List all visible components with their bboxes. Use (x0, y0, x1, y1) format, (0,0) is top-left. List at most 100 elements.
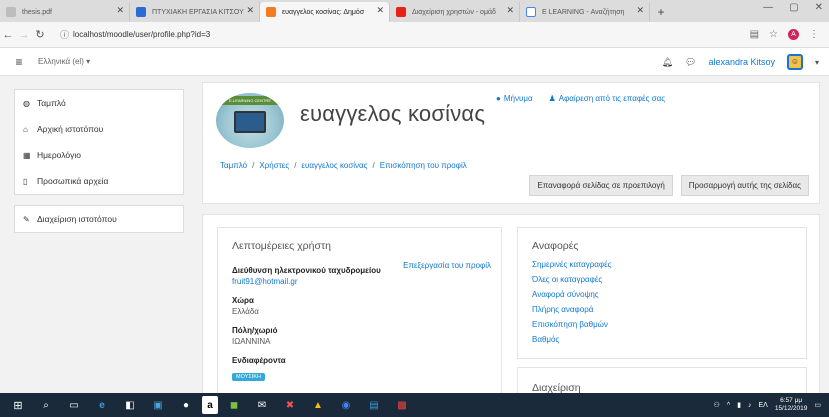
amazon-icon[interactable]: a (202, 396, 218, 414)
system-tray: ⚇ ^ ▮ ♪ ΕΛ 6:57 μμ 15/12/2019 ▭ (714, 393, 821, 417)
city-value: ΙΩΑΝΝΙΝΑ (232, 337, 271, 346)
messages-icon[interactable]: 💬︎ (685, 57, 696, 68)
breadcrumb-item[interactable]: Επισκόπηση του προφίλ (380, 161, 467, 170)
url-field[interactable]: ⓘ localhost/moodle/user/profile.php?id=3 (54, 26, 750, 44)
paint-icon[interactable]: ▩ (390, 396, 414, 414)
drawer-item-site-admin[interactable]: ✎ Διαχείριση ιστοτόπου (15, 206, 183, 232)
remove-contact-link[interactable]: ♟ Αφαίρεση από τις επαφές σας (549, 94, 666, 103)
email-value-link[interactable]: fruit91@hotmail.gr (232, 277, 501, 286)
drawer-item-calendar[interactable]: ▦ Ημερολόγιο (15, 142, 183, 168)
edge-browser-icon[interactable]: e (90, 396, 114, 414)
chrome-icon[interactable]: ◉ (334, 396, 358, 414)
profile-content: Λεπτομέρειες χρήστη Επεξεργασία του προφ… (202, 214, 820, 407)
interest-tag[interactable]: ΜΟΥΣΙΚΗ (232, 373, 265, 381)
drive-icon[interactable]: ▲ (306, 396, 330, 414)
city-label: Πόλη/χωριό (232, 326, 278, 335)
clock[interactable]: 6:57 μμ 15/12/2019 (775, 397, 808, 413)
user-details-section: Λεπτομέρειες χρήστη Επεξεργασία του προφ… (217, 227, 502, 407)
home-icon: ⌂ (23, 124, 28, 134)
close-icon[interactable]: ✕ (376, 5, 384, 16)
chat-icon: ● (496, 94, 501, 103)
drawer-item-private-files[interactable]: ▯ Προσωπικά αρχεία (15, 168, 183, 194)
bookmark-star-icon[interactable]: ☆ (769, 29, 778, 40)
close-window-icon[interactable]: ✕ (815, 2, 823, 13)
forward-arrow-icon[interactable]: → (16, 29, 32, 41)
media-icon[interactable]: ● (174, 396, 198, 414)
translate-icon[interactable]: ▤ (750, 29, 759, 40)
extension-icon[interactable]: A (788, 29, 799, 40)
google-icon (526, 7, 536, 17)
reset-page-button[interactable]: Επαναφορά σελίδας σε προεπιλογή (529, 175, 673, 196)
nav-drawer: ◍ Ταμπλό ⌂ Αρχική ιστοτόπου ▦ Ημερολόγιο… (0, 76, 196, 393)
browser-tab[interactable]: E LEARNING - Αναζήτηση ✕ (520, 2, 650, 22)
remove-user-icon: ♟ (548, 94, 556, 103)
close-icon[interactable]: ✕ (116, 5, 124, 16)
photos-icon[interactable]: ▣ (146, 396, 170, 414)
monitor-illustration (234, 111, 266, 133)
address-bar: ← → ↻ ⓘ localhost/moodle/user/profile.ph… (0, 22, 829, 48)
tools-icon[interactable]: ✖ (278, 396, 302, 414)
back-arrow-icon[interactable]: ← (0, 29, 16, 41)
windows-start-icon[interactable]: ⊞ (6, 396, 30, 414)
store-icon[interactable]: ◧ (118, 396, 142, 414)
hamburger-menu-icon[interactable]: ≡ (0, 55, 38, 69)
minimize-icon[interactable]: — (763, 2, 773, 13)
calendar-icon: ▦ (23, 150, 31, 160)
breadcrumb-item[interactable]: ευαγγελος κοσίνας (301, 161, 367, 170)
maximize-icon[interactable]: ▢ (789, 2, 798, 13)
chevron-down-icon[interactable]: ▾ (815, 58, 819, 67)
report-link[interactable]: Σημερινές καταγραφές (532, 260, 806, 269)
close-icon[interactable]: ✕ (636, 5, 644, 16)
drawer-item-dashboard[interactable]: ◍ Ταμπλό (15, 90, 183, 116)
report-link[interactable]: Πλήρης αναφορά (532, 305, 806, 314)
report-link[interactable]: Αναφορά σύνοψης (532, 290, 806, 299)
drawer-admin-block: ✎ Διαχείριση ιστοτόπου (14, 205, 184, 233)
browser-tab[interactable]: thesis.pdf ✕ (0, 2, 130, 22)
report-link[interactable]: Βαθμός (532, 335, 806, 344)
moodle-navbar: ≡ Ελληνικά (el) ▾ 🔔︎ 💬︎ alexandra Kitsoy… (0, 48, 829, 76)
message-link[interactable]: ● Μήνυμα (496, 94, 533, 103)
browser-tab[interactable]: Διαχείριση χρηστών - ομάδ ✕ (390, 2, 520, 22)
notification-bell-icon[interactable]: 🔔︎ (662, 57, 673, 68)
language-indicator[interactable]: ΕΛ (758, 402, 767, 409)
network-icon[interactable]: ▮ (737, 401, 741, 409)
search-icon[interactable]: ⌕ (34, 396, 58, 414)
notifications-icon[interactable]: ▭ (814, 401, 821, 409)
course-logo-image: E-LEARNING CENTRE (216, 93, 284, 148)
reload-icon[interactable]: ↻ (32, 28, 48, 41)
breadcrumb-item[interactable]: Ταμπλό (220, 161, 247, 170)
volume-icon[interactable]: ♪ (748, 402, 752, 409)
browser-tab-active[interactable]: ευαγγελος κοσίνας: Δημόσ ✕ (260, 2, 390, 22)
dashboard-icon: ◍ (23, 98, 30, 108)
user-menu-name[interactable]: alexandra Kitsoy (708, 57, 775, 67)
file-icon: ▯ (23, 176, 28, 186)
calculator-icon[interactable]: ▤ (362, 396, 386, 414)
window-controls: — ▢ ✕ (763, 2, 823, 13)
drawer-nav-block: ◍ Ταμπλό ⌂ Αρχική ιστοτόπου ▦ Ημερολόγιο… (14, 89, 184, 195)
drawer-item-home[interactable]: ⌂ Αρχική ιστοτόπου (15, 116, 183, 142)
menu-dots-icon[interactable]: ⋮ (809, 29, 819, 40)
close-icon[interactable]: ✕ (246, 5, 254, 16)
mail-icon[interactable]: ✉ (250, 396, 274, 414)
browser-tab[interactable]: ΠΤΥΧΙΑΚΗ ΕΡΓΑΣΙΑ ΚΙΤΣΟΥ ✕ (130, 2, 260, 22)
new-tab-button[interactable]: + (650, 2, 672, 22)
youtube-icon (396, 7, 406, 17)
report-link[interactable]: Όλες οι καταγραφές (532, 275, 806, 284)
chevron-up-icon[interactable]: ^ (727, 402, 730, 409)
close-icon[interactable]: ✕ (506, 5, 514, 16)
pdf-file-icon (6, 7, 16, 17)
language-menu[interactable]: Ελληνικά (el) ▾ (38, 57, 90, 66)
info-icon[interactable]: ⓘ (60, 28, 69, 41)
country-label: Χώρα (232, 296, 254, 305)
wrench-icon: ✎ (23, 214, 30, 224)
breadcrumb-item[interactable]: Χρήστες (259, 161, 289, 170)
breadcrumb: Ταμπλό / Χρήστες / ευαγγελος κοσίνας / Επισκόπ… (220, 161, 467, 170)
edit-profile-link[interactable]: Επεξεργασία του προφίλ (403, 261, 491, 270)
report-link[interactable]: Επισκόπηση βαθμών (532, 320, 806, 329)
task-view-icon[interactable]: ▭ (62, 396, 86, 414)
app-icon[interactable]: ◼ (222, 396, 246, 414)
avatar[interactable]: ☺ (786, 54, 803, 70)
customize-page-button[interactable]: Προσαρμογή αυτής της σελίδας (680, 175, 809, 196)
people-icon[interactable]: ⚇ (714, 401, 720, 409)
interests-label: Ενδιαφέροντα (232, 356, 286, 365)
